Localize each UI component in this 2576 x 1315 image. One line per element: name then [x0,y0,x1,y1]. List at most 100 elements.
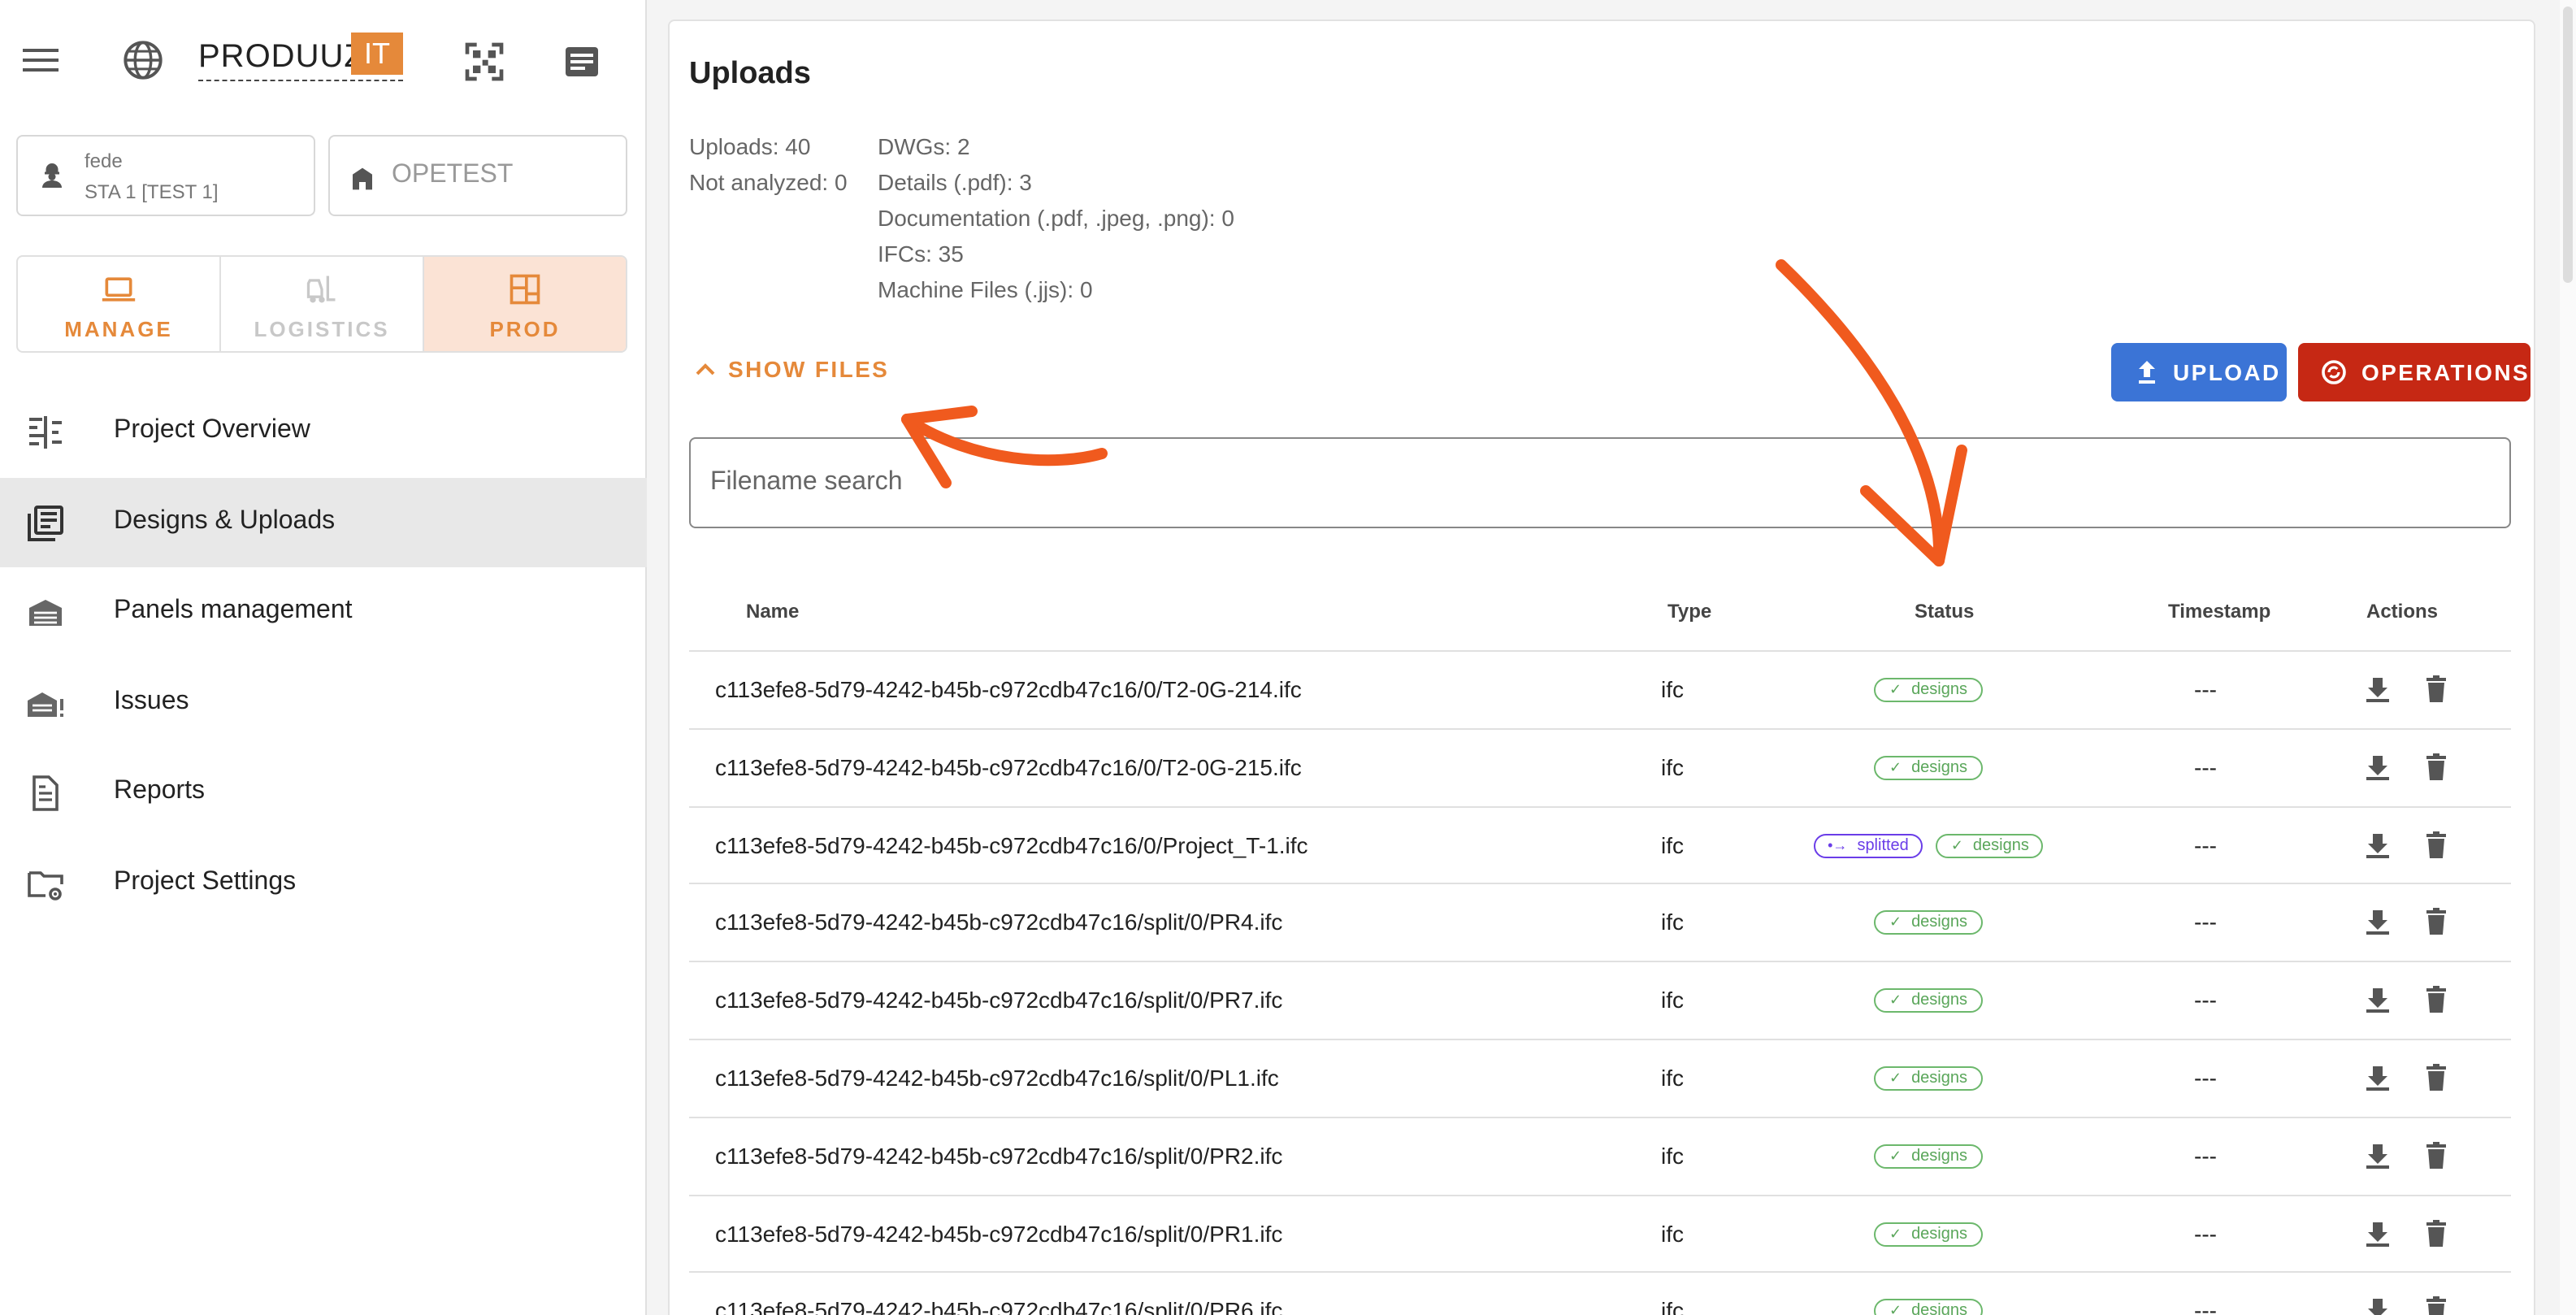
show-files-label: SHOW FILES [728,356,890,382]
download-icon[interactable] [2363,908,2392,937]
cell-name: c113efe8-5d79-4242-b45b-c972cdb47c16/0/T… [715,676,1302,702]
sidebar-item-project-settings[interactable]: Project Settings [0,838,647,928]
delete-icon[interactable] [2422,1063,2451,1092]
show-files-toggle[interactable]: SHOW FILES [696,356,889,382]
table-row[interactable]: c113efe8-5d79-4242-b45b-c972cdb47c16/spl… [689,962,2511,1040]
worker-icon [42,163,62,188]
cell-timestamp: --- [2194,831,2217,858]
download-icon[interactable] [2363,753,2392,782]
upload-button[interactable]: UPLOAD [2111,343,2287,401]
sidebar-item-issues[interactable]: Issues [0,658,647,748]
sidebar-item-reports[interactable]: Reports [0,748,647,838]
column-header-status[interactable]: Status [1915,600,1974,623]
table-header: Name Type Status Timestamp Actions [689,590,2511,652]
forklift-icon [306,276,336,303]
delete-icon[interactable] [2422,830,2451,859]
top-bar: PRODUUZ IT [0,0,647,124]
status-badge-label: designs [1911,1069,1967,1087]
download-icon[interactable] [2363,985,2392,1014]
cell-name: c113efe8-5d79-4242-b45b-c972cdb47c16/spl… [715,1297,1283,1315]
status-badge-designs: ✓ designs [1874,1144,1982,1169]
download-icon[interactable] [2363,1296,2392,1315]
menu-icon[interactable] [23,42,62,75]
cell-status: ✓ designs [1746,910,2111,935]
news-icon[interactable] [562,42,601,81]
table-row[interactable]: c113efe8-5d79-4242-b45b-c972cdb47c16/spl… [689,885,2511,963]
globe-icon[interactable] [122,39,164,81]
operations-button[interactable]: OPERATIONS [2298,343,2530,401]
table-row[interactable]: c113efe8-5d79-4242-b45b-c972cdb47c16/0/P… [689,807,2511,885]
sidebar-item-label: Project Settings [114,867,297,895]
laptop-icon [102,277,136,302]
stat-machine-files: Machine Files (.jjs): 0 [878,276,1093,302]
report-icon [33,775,59,811]
mode-manage[interactable]: MANAGE [18,257,221,351]
delete-icon[interactable] [2422,1296,2451,1315]
table-row[interactable]: c113efe8-5d79-4242-b45b-c972cdb47c16/0/T… [689,730,2511,808]
table-row[interactable]: c113efe8-5d79-4242-b45b-c972cdb47c16/spl… [689,1040,2511,1118]
table-row[interactable]: c113efe8-5d79-4242-b45b-c972cdb47c16/spl… [689,1274,2511,1315]
cell-status: ✓ designs [1746,1144,2111,1169]
mode-prod[interactable]: PROD [424,257,626,351]
column-header-timestamp[interactable]: Timestamp [2168,600,2270,623]
sidebar-item-label: Project Overview [114,416,310,444]
column-header-type[interactable]: Type [1667,600,1711,623]
cell-timestamp: --- [2194,1297,2217,1315]
page-title: Uploads [689,57,811,91]
sidebar-item-panels-management[interactable]: Panels management [0,567,647,658]
user-name: fede [85,150,123,172]
sidebar-item-label: Issues [114,687,189,714]
upload-icon [2139,361,2155,384]
check-icon: ✓ [1950,836,1963,853]
folder-settings-icon [28,870,63,900]
page-scrollbar[interactable] [2560,0,2576,1315]
column-header-name[interactable]: Name [746,600,799,623]
sidebar: PRODUUZ IT fede STA 1 [TEST 1] OPETEST M… [0,0,647,1315]
cell-name: c113efe8-5d79-4242-b45b-c972cdb47c16/spl… [715,1064,1279,1091]
download-icon[interactable] [2363,830,2392,859]
download-icon[interactable] [2363,1063,2392,1092]
cell-name: c113efe8-5d79-4242-b45b-c972cdb47c16/spl… [715,909,1283,935]
table-row[interactable]: c113efe8-5d79-4242-b45b-c972cdb47c16/spl… [689,1118,2511,1196]
table-row[interactable]: c113efe8-5d79-4242-b45b-c972cdb47c16/0/T… [689,652,2511,730]
file-type-stats: DWGs: 2 Details (.pdf): 3 Documentation … [878,128,1234,307]
project-selector[interactable]: OPETEST [328,135,627,216]
cell-type: ifc [1661,909,1684,935]
status-badge-designs: ✓ designs [1874,755,1982,780]
download-icon[interactable] [2363,1218,2392,1248]
cell-status: ✓ designs [1746,755,2111,780]
delete-icon[interactable] [2422,908,2451,937]
project-name: OPETEST [392,161,514,189]
cell-type: ifc [1661,753,1684,780]
cell-name: c113efe8-5d79-4242-b45b-c972cdb47c16/spl… [715,987,1283,1013]
designs-icon [28,505,63,540]
qr-code-icon[interactable] [462,39,507,85]
delete-icon[interactable] [2422,1141,2451,1170]
sidebar-item-project-overview[interactable]: Project Overview [0,387,647,477]
delete-icon[interactable] [2422,1218,2451,1248]
cell-type: ifc [1661,831,1684,858]
status-badge-designs: ✓ designs [1874,1299,1982,1315]
table-row[interactable]: c113efe8-5d79-4242-b45b-c972cdb47c16/spl… [689,1196,2511,1274]
status-badge-label: designs [1911,1302,1967,1315]
cell-name: c113efe8-5d79-4242-b45b-c972cdb47c16/0/T… [715,753,1302,780]
issues-icon [28,692,63,716]
mode-logistics[interactable]: LOGISTICS [221,257,424,351]
sidebar-item-designs-uploads[interactable]: Designs & Uploads [0,477,647,567]
cell-timestamp: --- [2194,987,2217,1013]
delete-icon[interactable] [2422,985,2451,1014]
uploads-panel: Uploads Uploads: 40 Not analyzed: 0 DWGs… [668,20,2535,1315]
download-icon[interactable] [2363,1141,2392,1170]
split-icon: •→ [1828,836,1848,853]
stat-ifcs: IFCs: 35 [878,241,964,267]
delete-icon[interactable] [2422,675,2451,704]
check-icon: ✓ [1889,758,1902,775]
operations-label: OPERATIONS [2361,359,2530,385]
user-selector[interactable]: fede STA 1 [TEST 1] [16,135,315,216]
delete-icon[interactable] [2422,753,2451,782]
stat-uploads: Uploads: 40 [689,133,811,159]
download-icon[interactable] [2363,675,2392,704]
status-badge-label: designs [1911,1147,1967,1165]
panel-layout-icon [510,274,540,305]
filename-search-input[interactable] [689,437,2511,528]
